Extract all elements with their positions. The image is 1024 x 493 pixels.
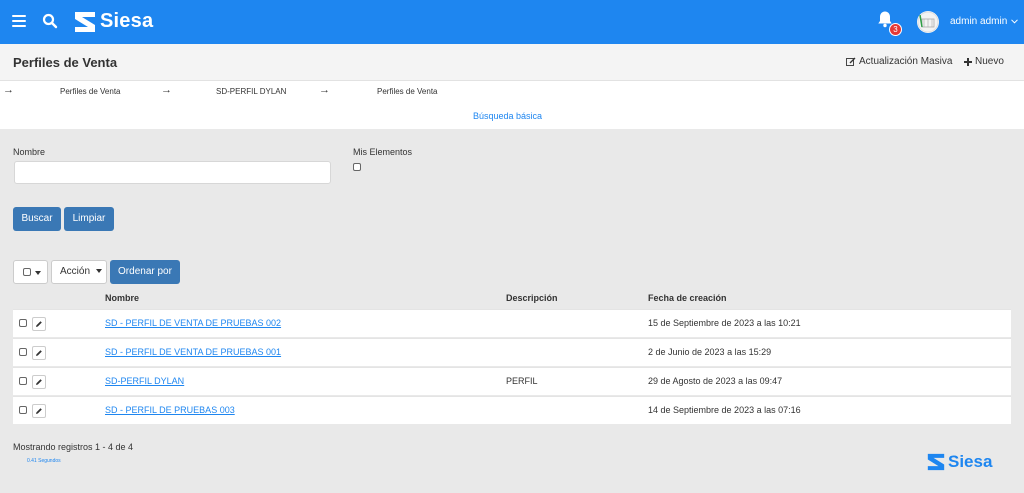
new-label: Nuevo (975, 56, 1004, 67)
top-navbar: Siesa 3 admin admin (0, 0, 1024, 44)
notification-badge: 3 (889, 23, 902, 36)
table-row: SD - PERFIL DE VENTA DE PRUEBAS 001 2 de… (13, 338, 1011, 366)
column-header-created[interactable]: Fecha de creación (648, 293, 727, 303)
row-checkbox[interactable] (19, 319, 27, 327)
record-link[interactable]: SD - PERFIL DE VENTA DE PRUEBAS 001 (105, 347, 281, 357)
column-header-name[interactable]: Nombre (105, 293, 139, 303)
user-menu[interactable]: admin admin (950, 16, 1018, 27)
caret-down-icon (95, 269, 102, 274)
table-row: SD - PERFIL DE PRUEBAS 003 14 de Septiem… (13, 396, 1011, 424)
avatar-image (917, 11, 939, 33)
breadcrumb-item[interactable]: Perfiles de Venta (60, 87, 120, 96)
siesa-logo-icon (927, 453, 945, 471)
name-label: Nombre (13, 147, 46, 157)
my-elements-label: Mis Elementos (353, 147, 413, 157)
arrow-right-icon: → (319, 84, 330, 96)
edit-icon (846, 57, 856, 66)
pencil-icon (36, 321, 42, 327)
table-row: SD - PERFIL DE VENTA DE PRUEBAS 002 15 d… (13, 309, 1011, 337)
breadcrumb-item[interactable]: SD-PERFIL DYLAN (216, 87, 286, 96)
record-link[interactable]: SD - PERFIL DE VENTA DE PRUEBAS 002 (105, 318, 281, 328)
name-input[interactable] (14, 161, 331, 184)
clear-button[interactable]: Limpiar (64, 207, 114, 231)
action-label: Acción (60, 266, 91, 277)
table-row: SD-PERFIL DYLAN PERFIL 29 de Agosto de 2… (13, 367, 1011, 395)
arrow-right-icon: → (3, 84, 14, 96)
search-button[interactable]: Buscar (13, 207, 61, 231)
select-all-dropdown[interactable] (13, 260, 48, 284)
page-header: Perfiles de Venta Actualización Masiva N… (0, 44, 1024, 81)
search-icon[interactable] (42, 13, 58, 29)
footer-logo-text: Siesa (948, 452, 993, 471)
menu-icon[interactable] (12, 15, 26, 27)
pencil-icon (36, 350, 42, 356)
siesa-logo[interactable]: Siesa (74, 10, 153, 33)
load-time: 0.41 Segundos (27, 458, 61, 464)
column-header-description[interactable]: Descripción (506, 293, 558, 303)
chevron-down-icon (1011, 19, 1018, 24)
records-count: Mostrando registros 1 - 4 de 4 (13, 442, 134, 452)
footer-logo: Siesa (927, 452, 992, 472)
edit-button[interactable] (32, 317, 46, 331)
record-date: 29 de Agosto de 2023 a las 09:47 (648, 376, 783, 386)
edit-button[interactable] (32, 375, 46, 389)
record-date: 2 de Junio de 2023 a las 15:29 (648, 347, 772, 357)
edit-button[interactable] (32, 404, 46, 418)
pencil-icon (36, 379, 42, 385)
action-dropdown[interactable]: Acción (51, 260, 107, 284)
logo-text: Siesa (100, 10, 154, 32)
plus-icon (964, 57, 972, 66)
record-link[interactable]: SD-PERFIL DYLAN (105, 376, 184, 386)
breadcrumb-item[interactable]: Perfiles de Venta (377, 87, 437, 96)
select-all-checkbox[interactable] (23, 268, 31, 276)
row-checkbox[interactable] (19, 348, 27, 356)
breadcrumb: → Perfiles de Venta → SD-PERFIL DYLAN → … (0, 81, 1024, 129)
page-title: Perfiles de Venta (13, 55, 118, 70)
record-date: 15 de Septiembre de 2023 a las 10:21 (648, 318, 801, 328)
bulk-update-label: Actualización Masiva (859, 56, 953, 67)
row-checkbox[interactable] (19, 377, 27, 385)
row-checkbox[interactable] (19, 406, 27, 414)
record-date: 14 de Septiembre de 2023 a las 07:16 (648, 405, 801, 415)
siesa-logo-icon (75, 11, 95, 32)
record-link[interactable]: SD - PERFIL DE PRUEBAS 003 (105, 405, 235, 415)
my-elements-checkbox[interactable] (353, 163, 361, 171)
pencil-icon (36, 408, 42, 414)
user-name: admin admin (950, 16, 1008, 27)
avatar[interactable] (917, 11, 939, 33)
bulk-update-button[interactable]: Actualización Masiva (846, 56, 952, 67)
tab-basic-search[interactable]: Búsqueda básica (473, 111, 542, 121)
new-button[interactable]: Nuevo (964, 56, 1004, 67)
edit-button[interactable] (32, 346, 46, 360)
record-description: PERFIL (506, 376, 538, 386)
caret-down-icon (35, 271, 41, 275)
sort-button[interactable]: Ordenar por (110, 260, 180, 284)
arrow-right-icon: → (161, 84, 172, 96)
